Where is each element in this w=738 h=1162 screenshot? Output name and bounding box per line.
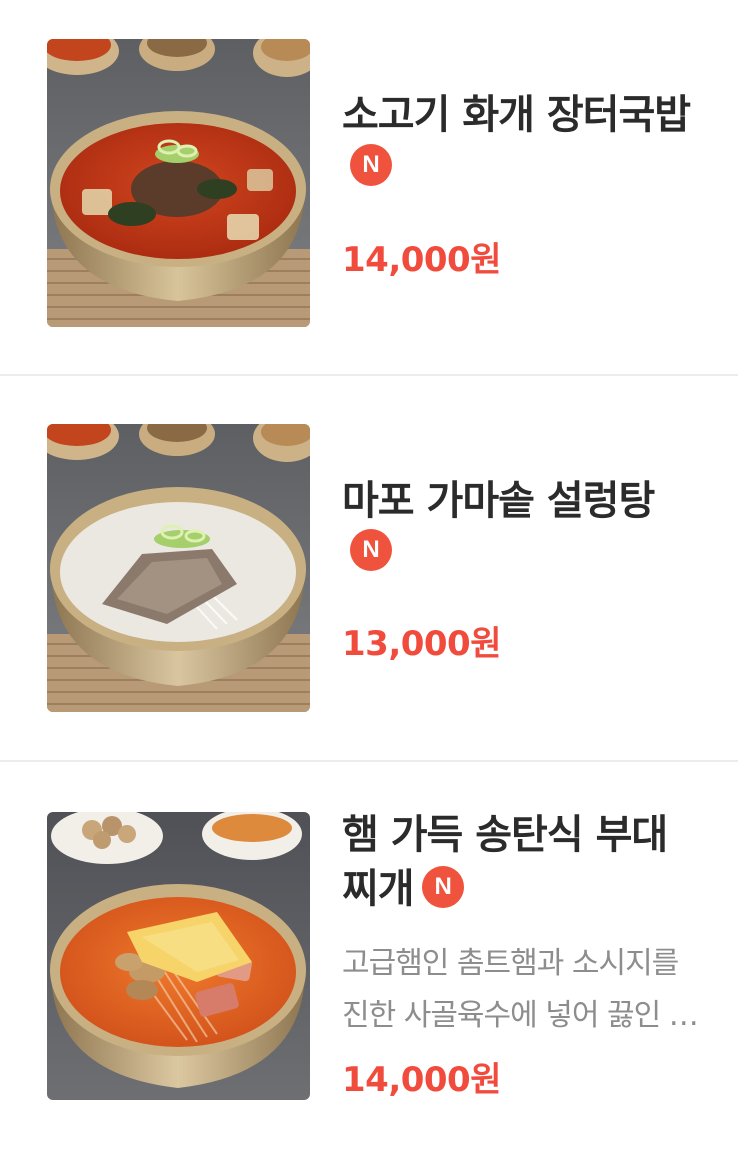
menu-name-line2: 찌개: [342, 866, 415, 912]
menu-item-gukbap[interactable]: 소고기 화개 장터국밥 N 14,000원: [0, 0, 738, 376]
menu-name: 햄 가득 송탄식 부대 찌개 N: [342, 808, 712, 916]
divider: [0, 374, 738, 376]
menu-photo-budae-jjigae[interactable]: [47, 812, 310, 1100]
menu-item-budae-jjigae[interactable]: 햄 가득 송탄식 부대 찌개 N 고급햄인 촘트햄과 소시지를 진한 사골육수에 …: [0, 762, 738, 1162]
menu-list: 소고기 화개 장터국밥 N 14,000원 마포 가마솥 설렁탕 N 13,00…: [0, 0, 738, 1162]
new-badge: N: [350, 144, 392, 186]
budae-jjigae-photo: [47, 812, 310, 1100]
badge-row: N: [350, 144, 392, 186]
menu-photo-gukbap[interactable]: [47, 39, 310, 327]
menu-description: 고급햄인 촘트햄과 소시지를 진한 사골육수에 넣어 끓인 부대찌개: [342, 946, 696, 1033]
menu-item-seolleongtang[interactable]: 마포 가마솥 설렁탕 N 13,000원: [0, 378, 738, 762]
menu-name: 소고기 화개 장터국밥: [342, 92, 691, 138]
new-badge: N: [421, 866, 464, 908]
menu-name: 마포 가마솥 설렁탕: [342, 478, 655, 524]
gukbap-photo: [47, 39, 310, 327]
menu-price: 14,000원: [342, 240, 501, 280]
badge-row: N: [350, 529, 392, 571]
menu-name-line1: 햄 가득 송탄식 부대: [342, 812, 668, 858]
menu-price: 14,000원: [342, 1060, 501, 1100]
menu-price: 13,000원: [342, 624, 501, 664]
seolleongtang-photo: [47, 424, 310, 712]
new-badge: N: [350, 529, 392, 571]
menu-photo-seolleongtang[interactable]: [47, 424, 310, 712]
